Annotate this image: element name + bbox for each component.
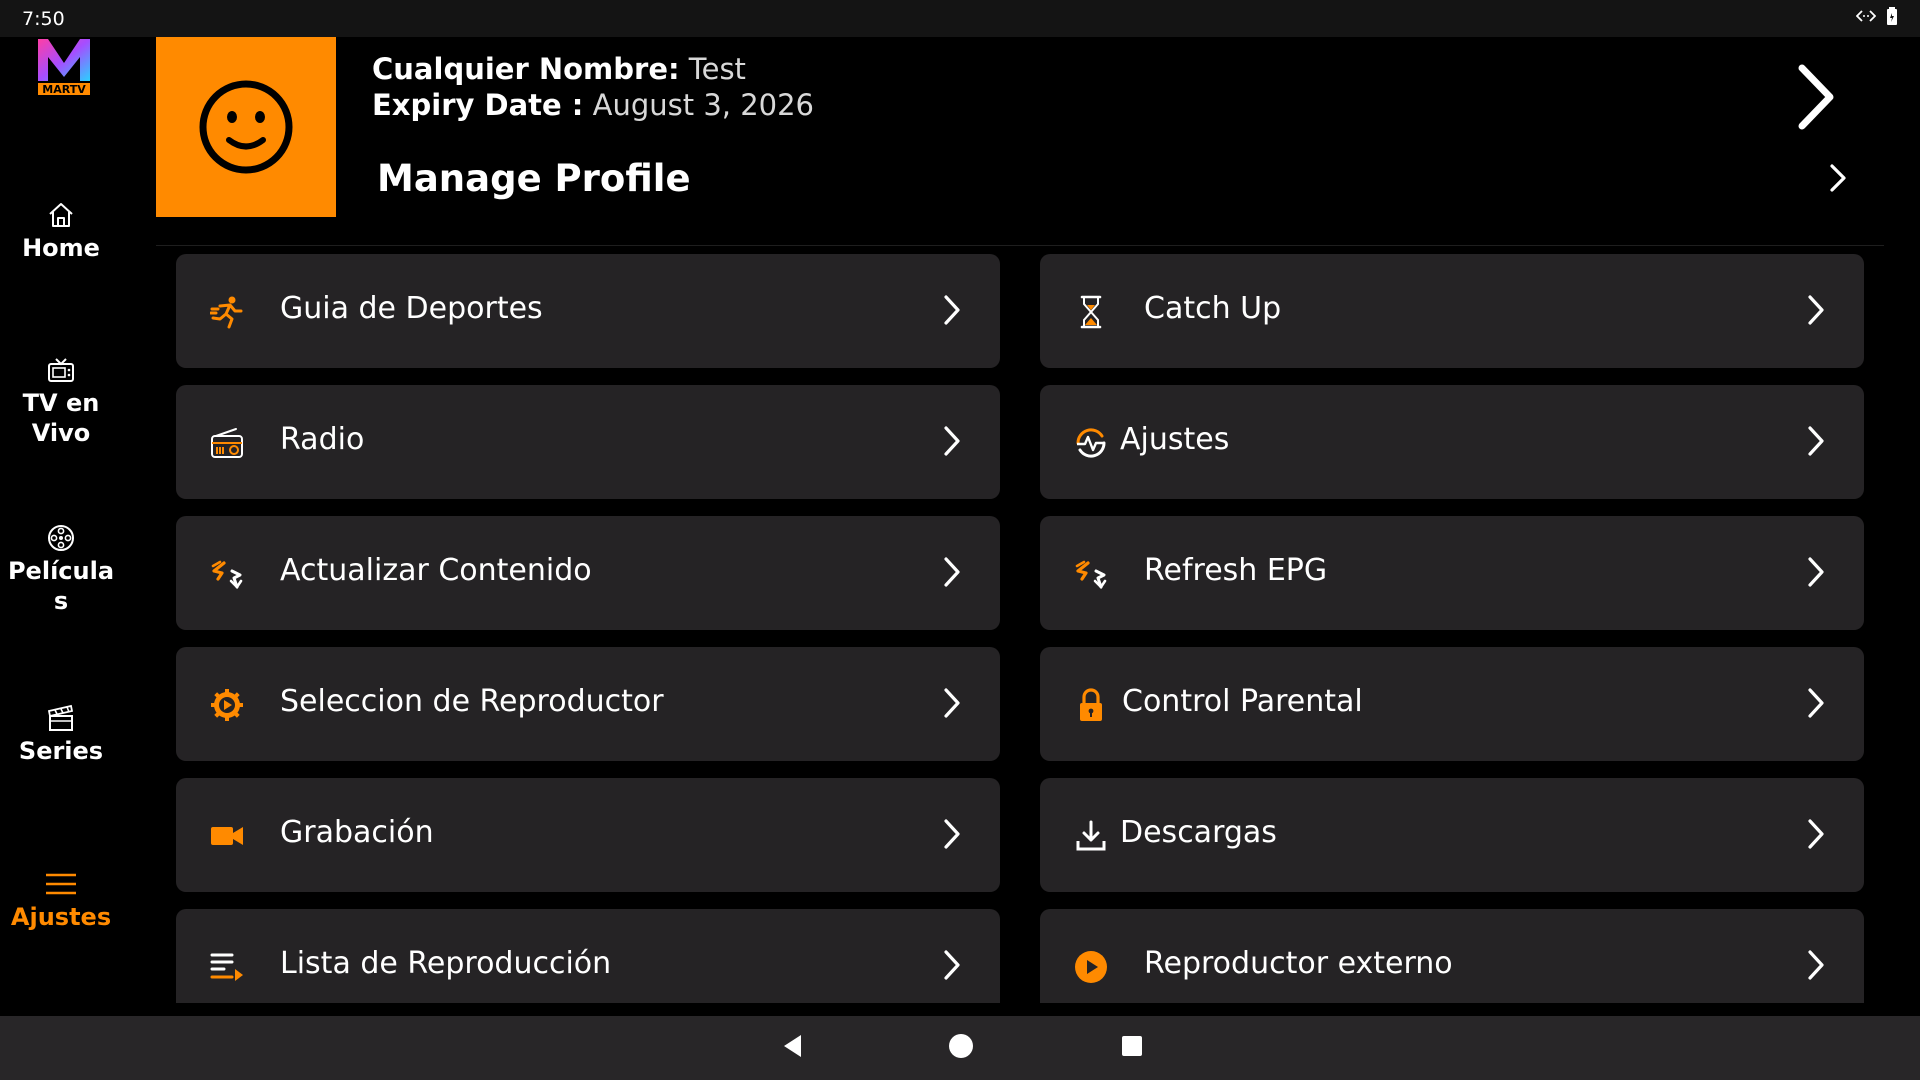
chevron-right-icon: [944, 426, 960, 456]
settings-item-grabacion[interactable]: Grabación: [176, 778, 1000, 892]
settings-item-label: Control Parental: [1122, 684, 1363, 719]
chevron-right-icon: [944, 688, 960, 718]
settings-item-control-parental[interactable]: Control Parental: [1040, 647, 1864, 761]
settings-item-label: Grabación: [280, 815, 434, 850]
chevron-right-icon: [1808, 557, 1824, 587]
sidebar-item-label: TV en Vivo: [22, 389, 100, 447]
settings-item-refresh-epg[interactable]: Refresh EPG: [1040, 516, 1864, 630]
settings-item-guia-de-deportes[interactable]: Guia de Deportes: [176, 254, 1000, 368]
chevron-right-icon: [944, 819, 960, 849]
running-person-icon: [210, 296, 243, 329]
playlist-icon: [210, 953, 243, 981]
settings-item-label: Catch Up: [1144, 291, 1282, 326]
chevron-right-icon: [944, 557, 960, 587]
settings-item-label: Seleccion de Reproductor: [280, 684, 664, 719]
chevron-right-icon: [1808, 688, 1824, 718]
chevron-right-icon: [1808, 819, 1824, 849]
back-icon[interactable]: [781, 1033, 803, 1059]
radio-icon: [211, 428, 243, 458]
manage-profile-button[interactable]: Manage Profile: [377, 157, 691, 200]
settings-item-reproductor-externo[interactable]: Reproductor externo: [1040, 909, 1864, 1003]
header-divider: [156, 245, 1884, 246]
sidebar-item-label: Series: [18, 737, 104, 765]
sidebar-item-label: Ajustes: [10, 903, 112, 931]
settings-item-ajustes[interactable]: Ajustes: [1040, 385, 1864, 499]
hourglass-icon: [1080, 295, 1102, 329]
settings-grid: Guia de Deportes Radio Actualizar Conten…: [156, 250, 1884, 1003]
home-circle-icon[interactable]: [948, 1033, 974, 1059]
recents-square-icon[interactable]: [1121, 1035, 1143, 1057]
svg-text:MARTV: MARTV: [42, 83, 86, 96]
settings-item-label: Radio: [280, 422, 365, 457]
tv-icon: [48, 358, 74, 382]
video-camera-icon: [211, 827, 243, 845]
smiley-face-icon: [199, 80, 293, 174]
refresh-arrows-icon: [1075, 560, 1107, 590]
settings-item-label: Ajustes: [1120, 422, 1230, 457]
lock-icon: [1080, 688, 1102, 721]
sidebar-item-home[interactable]: Home: [0, 200, 122, 263]
settings-item-label: Refresh EPG: [1144, 553, 1328, 588]
profile-name-label: Cualquier Nombre:: [372, 52, 680, 86]
chevron-right-icon: [944, 950, 960, 980]
profile-expiry-line: Expiry Date : August 3, 2026: [372, 88, 814, 122]
refresh-arrows-icon: [211, 560, 243, 590]
profile-avatar[interactable]: [156, 37, 336, 217]
settings-item-label: Lista de Reproducción: [280, 946, 612, 981]
profile-expiry-label: Expiry Date :: [372, 88, 584, 122]
settings-item-radio[interactable]: Radio: [176, 385, 1000, 499]
app-logo: MARTV: [38, 39, 90, 96]
settings-item-seleccion-de-reproductor[interactable]: Seleccion de Reproductor: [176, 647, 1000, 761]
chevron-right-icon: [944, 295, 960, 325]
home-icon: [49, 203, 73, 227]
code-arrows-icon: [1856, 10, 1876, 22]
settings-item-actualizar-contenido[interactable]: Actualizar Contenido: [176, 516, 1000, 630]
settings-item-label: Guia de Deportes: [280, 291, 543, 326]
menu-icon: [46, 873, 76, 895]
settings-item-label: Reproductor externo: [1144, 946, 1453, 981]
status-bar: 7:50: [0, 0, 1920, 37]
profile-name-value: Test: [679, 52, 746, 86]
settings-pulse-icon: [1076, 428, 1106, 458]
sidebar-item-series[interactable]: Series: [0, 703, 122, 766]
profile-header: Cualquier Nombre: Test Expiry Date : Aug…: [156, 37, 1884, 247]
profile-expiry-value: August 3, 2026: [583, 88, 815, 122]
settings-item-lista-de-reproduccion[interactable]: Lista de Reproducción: [176, 909, 1000, 1003]
sidebar-item-peliculas[interactable]: Película s: [0, 523, 122, 616]
system-nav-bar: [0, 1016, 1920, 1080]
status-icons: [1856, 7, 1898, 25]
chevron-right-icon: [1808, 950, 1824, 980]
profile-name-line: Cualquier Nombre: Test: [372, 52, 746, 86]
chevron-right-icon: [1808, 426, 1824, 456]
download-icon: [1076, 820, 1106, 851]
play-circle-icon: [1075, 951, 1107, 983]
sidebar-item-label: Home: [22, 234, 100, 262]
film-reel-icon: [48, 525, 74, 551]
settings-item-label: Descargas: [1120, 815, 1277, 850]
sidebar-item-ajustes[interactable]: Ajustes: [0, 869, 122, 932]
chevron-right-icon: [1808, 295, 1824, 325]
settings-item-catch-up[interactable]: Catch Up: [1040, 254, 1864, 368]
settings-item-descargas[interactable]: Descargas: [1040, 778, 1864, 892]
battery-icon: [1887, 7, 1897, 25]
status-time: 7:50: [22, 8, 65, 30]
manage-profile-chevron-icon[interactable]: [1828, 163, 1848, 193]
chevron-right-icon[interactable]: [1794, 62, 1838, 132]
settings-item-label: Actualizar Contenido: [280, 553, 592, 588]
sidebar: MARTV Home TV en Vivo Película s Series …: [0, 37, 122, 1016]
player-gear-icon: [211, 689, 243, 721]
sidebar-item-tv-en-vivo[interactable]: TV en Vivo: [0, 355, 122, 448]
sidebar-item-label: Película s: [7, 557, 115, 615]
clapperboard-icon: [47, 704, 74, 731]
